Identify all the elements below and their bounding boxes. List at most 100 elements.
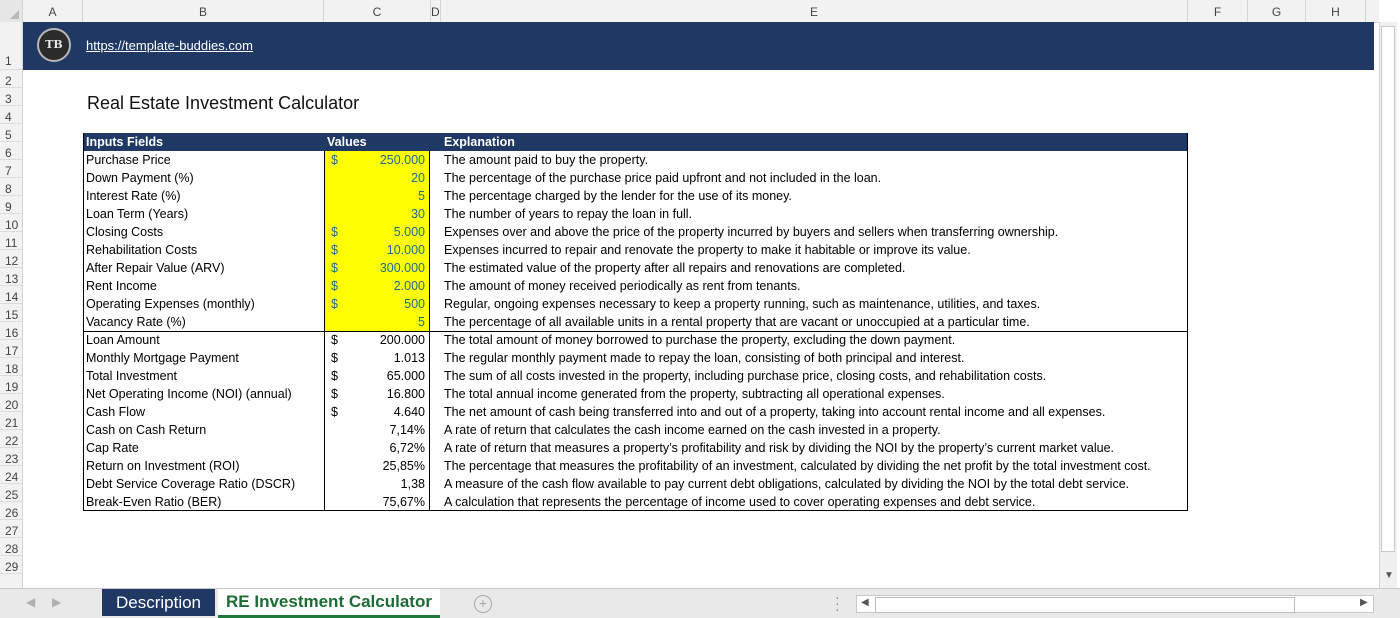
row-header-27[interactable]: 27 bbox=[0, 520, 22, 538]
column-header-e[interactable]: E bbox=[441, 0, 1188, 22]
row-header-14[interactable]: 14 bbox=[0, 286, 22, 304]
table-row: Rent Income $2.000 The amount of money rec… bbox=[83, 277, 1188, 295]
field-label: Vacancy Rate (%) bbox=[86, 315, 186, 329]
row-header-20[interactable]: 20 bbox=[0, 394, 22, 412]
column-header-h[interactable]: H bbox=[1306, 0, 1366, 22]
value-cell[interactable]: 10.000 bbox=[333, 241, 425, 259]
header-values: Values bbox=[327, 135, 367, 149]
row-header-13[interactable]: 13 bbox=[0, 268, 22, 286]
explanation-text: Expenses incurred to repair and renovate… bbox=[444, 243, 971, 257]
value-cell[interactable]: 30 bbox=[333, 205, 425, 223]
row-header-24[interactable]: 24 bbox=[0, 466, 22, 484]
triangle-left-icon[interactable]: ◀ bbox=[861, 597, 869, 608]
table-row: Operating Expenses (monthly) $500 Regular,… bbox=[83, 295, 1188, 313]
tab-splitter-icon[interactable]: · · · bbox=[835, 590, 840, 616]
explanation-text: The net amount of cash being transferred… bbox=[444, 405, 1106, 419]
value-cell[interactable]: 250.000 bbox=[333, 151, 425, 169]
value-cell[interactable]: 20 bbox=[333, 169, 425, 187]
page-title: Real Estate Investment Calculator bbox=[87, 93, 360, 113]
vertical-scroll-thumb[interactable] bbox=[1381, 26, 1395, 552]
table-row: Cash on Cash Return 7,14% A rate of return… bbox=[83, 421, 1188, 439]
value-cell[interactable]: 300.000 bbox=[333, 259, 425, 277]
value-cell[interactable]: 5 bbox=[333, 187, 425, 205]
horizontal-scrollbar[interactable]: ◀ ▶ bbox=[856, 595, 1374, 613]
table-row: Cap Rate 6,72% A rate of return that measu… bbox=[83, 439, 1188, 457]
vertical-scrollbar[interactable]: ▼ bbox=[1379, 22, 1397, 588]
tab-re-investment-calculator[interactable]: RE Investment Calculator bbox=[218, 589, 440, 618]
row-header-9[interactable]: 9 bbox=[0, 196, 22, 214]
field-label: Down Payment (%) bbox=[86, 171, 194, 185]
website-link[interactable]: https://template-buddies.com bbox=[86, 38, 253, 53]
field-label: Net Operating Income (NOI) (annual) bbox=[86, 387, 292, 401]
row-header-4[interactable]: 4 bbox=[0, 106, 22, 124]
value-cell[interactable]: 5.000 bbox=[333, 223, 425, 241]
row-header-22[interactable]: 22 bbox=[0, 430, 22, 448]
field-label: Purchase Price bbox=[86, 153, 171, 167]
header-inputs-fields: Inputs Fields bbox=[86, 135, 164, 149]
row-header-7[interactable]: 7 bbox=[0, 160, 22, 178]
row-header-15[interactable]: 15 bbox=[0, 304, 22, 322]
row-header-25[interactable]: 25 bbox=[0, 484, 22, 502]
explanation-text: The percentage charged by the lender for… bbox=[444, 189, 792, 203]
explanation-text: The amount of money received periodicall… bbox=[444, 279, 801, 293]
plus-circle-icon[interactable]: + bbox=[474, 595, 492, 613]
column-header-bar: ABCDEFGH bbox=[0, 0, 1379, 23]
row-header-11[interactable]: 11 bbox=[0, 232, 22, 250]
template-buddies-logo: TB bbox=[37, 28, 71, 62]
row-header-3[interactable]: 3 bbox=[0, 88, 22, 106]
triangle-down-icon[interactable]: ▼ bbox=[1384, 570, 1394, 581]
column-header-g[interactable]: G bbox=[1248, 0, 1306, 22]
value-cell[interactable]: 2.000 bbox=[333, 277, 425, 295]
table-row: Closing Costs $5.000 Expenses over and abo… bbox=[83, 223, 1188, 241]
column-header-a[interactable]: A bbox=[23, 0, 83, 22]
row-header-21[interactable]: 21 bbox=[0, 412, 22, 430]
chevron-left-icon[interactable]: ◀ bbox=[26, 595, 35, 609]
row-header-26[interactable]: 26 bbox=[0, 502, 22, 520]
row-header-16[interactable]: 16 bbox=[0, 322, 22, 340]
row-header-28[interactable]: 28 bbox=[0, 538, 22, 556]
row-header-6[interactable]: 6 bbox=[0, 142, 22, 160]
sheet-tab-bar: ◀ ▶ Description RE Investment Calculator… bbox=[0, 588, 1400, 618]
row-header-29[interactable]: 29 bbox=[0, 556, 22, 574]
row-header-5[interactable]: 5 bbox=[0, 124, 22, 142]
table-row: Cash Flow $4.640 The net amount of cash be… bbox=[83, 403, 1188, 421]
field-label: Return on Investment (ROI) bbox=[86, 459, 240, 473]
value-cell: 1,38 bbox=[400, 477, 425, 491]
row-header-12[interactable]: 12 bbox=[0, 250, 22, 268]
explanation-text: A measure of the cash flow available to … bbox=[444, 477, 1130, 491]
column-header-c[interactable]: C bbox=[324, 0, 431, 22]
table-row: Purchase Price $250.000 The amount paid to… bbox=[83, 151, 1188, 169]
table-row: Return on Investment (ROI) 25,85% The perc… bbox=[83, 457, 1188, 475]
row-header-19[interactable]: 19 bbox=[0, 376, 22, 394]
table-row: Interest Rate (%) 5 The percentage charged… bbox=[83, 187, 1188, 205]
explanation-text: A rate of return that measures a propert… bbox=[444, 441, 1114, 455]
table-row: Loan Term (Years) 30 The number of years t… bbox=[83, 205, 1188, 223]
row-header-8[interactable]: 8 bbox=[0, 178, 22, 196]
column-header-b[interactable]: B bbox=[83, 0, 324, 22]
row-header-17[interactable]: 17 bbox=[0, 340, 22, 358]
explanation-text: The estimated value of the property afte… bbox=[444, 261, 906, 275]
value-cell[interactable]: 5 bbox=[333, 313, 425, 331]
value-cell: 6,72% bbox=[389, 441, 425, 455]
value-cell: 16.800 bbox=[386, 387, 425, 401]
value-cell[interactable]: 500 bbox=[333, 295, 425, 313]
calculator-table: Inputs Fields Values Explanation Purchas… bbox=[83, 133, 1188, 511]
select-all-corner[interactable] bbox=[0, 0, 23, 22]
field-label: Rehabilitation Costs bbox=[86, 243, 198, 257]
row-header-18[interactable]: 18 bbox=[0, 358, 22, 376]
field-label: Total Investment bbox=[86, 369, 178, 383]
explanation-text: The percentage of all available units in… bbox=[444, 315, 1030, 329]
field-label: Cap Rate bbox=[86, 441, 139, 455]
chevron-right-icon[interactable]: ▶ bbox=[52, 595, 61, 609]
column-header-d[interactable]: D bbox=[431, 0, 441, 22]
tab-description[interactable]: Description bbox=[102, 589, 215, 616]
row-header-2[interactable]: 2 bbox=[0, 70, 22, 88]
horizontal-scroll-thumb[interactable] bbox=[875, 597, 1295, 613]
row-header-23[interactable]: 23 bbox=[0, 448, 22, 466]
triangle-right-icon[interactable]: ▶ bbox=[1360, 597, 1368, 608]
field-label: Closing Costs bbox=[86, 225, 164, 239]
column-header-f[interactable]: F bbox=[1188, 0, 1248, 22]
row-header-10[interactable]: 10 bbox=[0, 214, 22, 232]
table-header-row: Inputs Fields Values Explanation bbox=[83, 133, 1188, 151]
row-header-1[interactable]: 1 bbox=[0, 22, 22, 70]
